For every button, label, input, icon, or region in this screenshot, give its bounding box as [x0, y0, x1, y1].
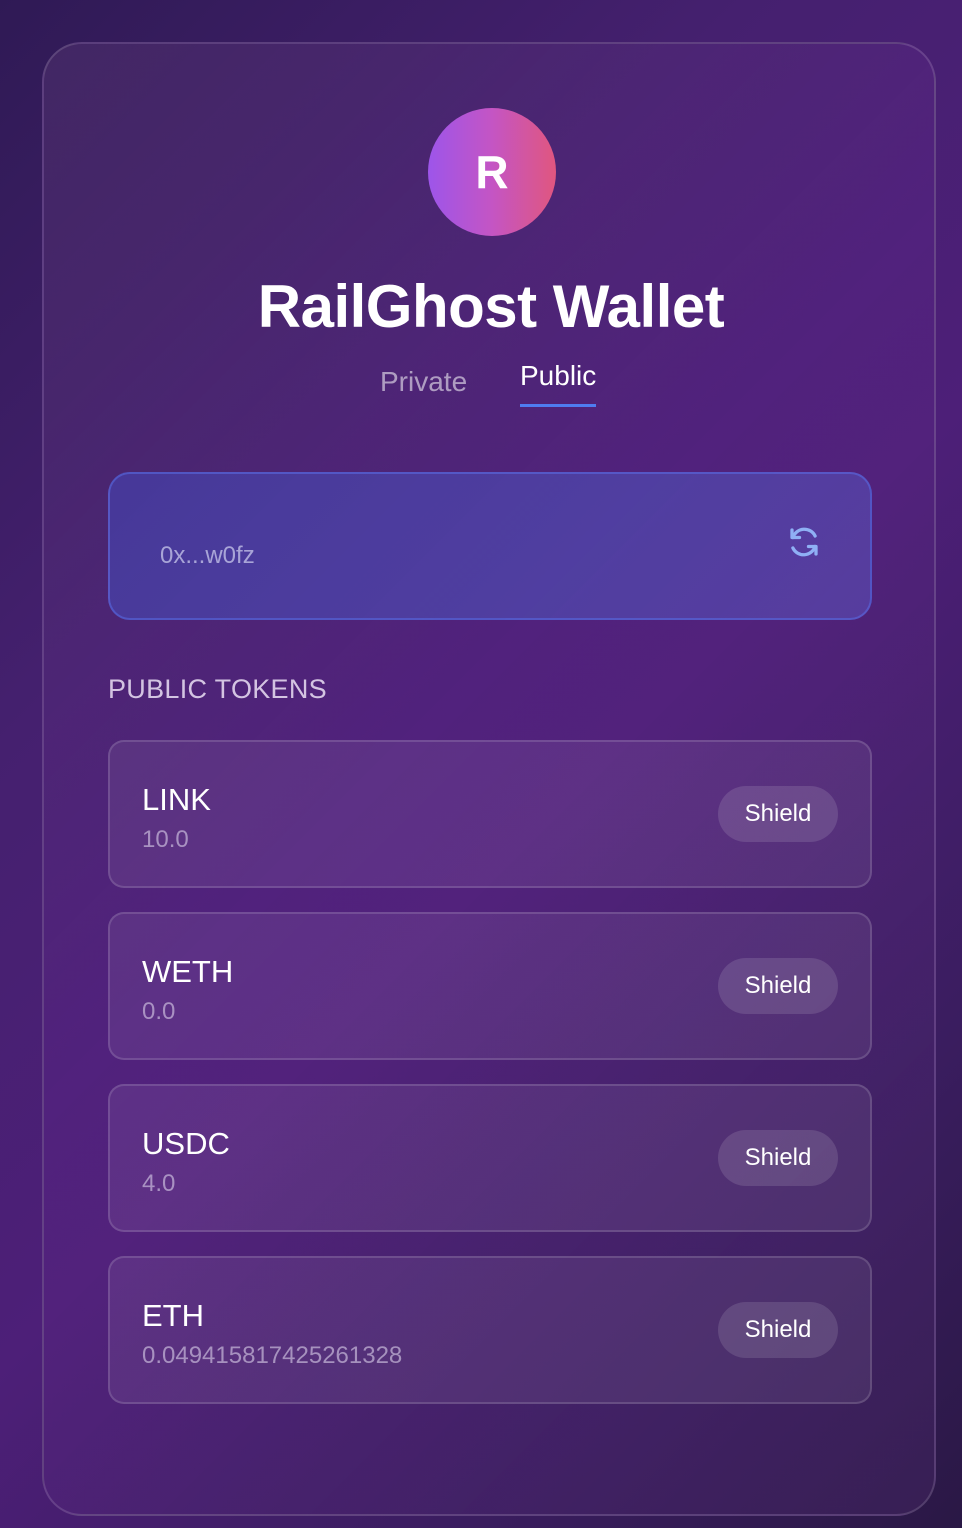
shield-button[interactable]: Shield: [718, 1130, 838, 1186]
token-balance: 0.049415817425261328: [142, 1342, 403, 1369]
token-symbol: ETH: [142, 1298, 204, 1333]
wallet-card: R RailGhost Wallet Private Public 0x...w…: [42, 42, 936, 1516]
token-list: LINK 10.0 Shield WETH 0.0 Shield USDC 4.…: [108, 740, 872, 1428]
avatar: R: [428, 108, 556, 236]
token-symbol: WETH: [142, 954, 234, 989]
tab-private[interactable]: Private: [380, 366, 467, 398]
token-symbol: LINK: [142, 782, 211, 817]
token-balance: 4.0: [142, 1170, 176, 1197]
token-row-usdc: USDC 4.0 Shield: [108, 1084, 872, 1232]
section-heading: PUBLIC TOKENS: [108, 674, 327, 704]
token-balance: 10.0: [142, 826, 189, 853]
token-row-weth: WETH 0.0 Shield: [108, 912, 872, 1060]
token-symbol: USDC: [142, 1126, 230, 1161]
token-row-link: LINK 10.0 Shield: [108, 740, 872, 888]
token-row-eth: ETH 0.049415817425261328 Shield: [108, 1256, 872, 1404]
shield-button[interactable]: Shield: [718, 786, 838, 842]
wallet-address: 0x...w0fz: [160, 542, 255, 569]
token-balance: 0.0: [142, 998, 176, 1025]
address-field: 0x...w0fz: [108, 472, 872, 620]
page-title: RailGhost Wallet: [257, 273, 725, 340]
avatar-letter: R: [475, 146, 509, 198]
tab-public[interactable]: Public: [520, 360, 597, 407]
refresh-icon[interactable]: [786, 524, 822, 560]
shield-button[interactable]: Shield: [718, 1302, 838, 1358]
shield-button[interactable]: Shield: [718, 958, 838, 1014]
